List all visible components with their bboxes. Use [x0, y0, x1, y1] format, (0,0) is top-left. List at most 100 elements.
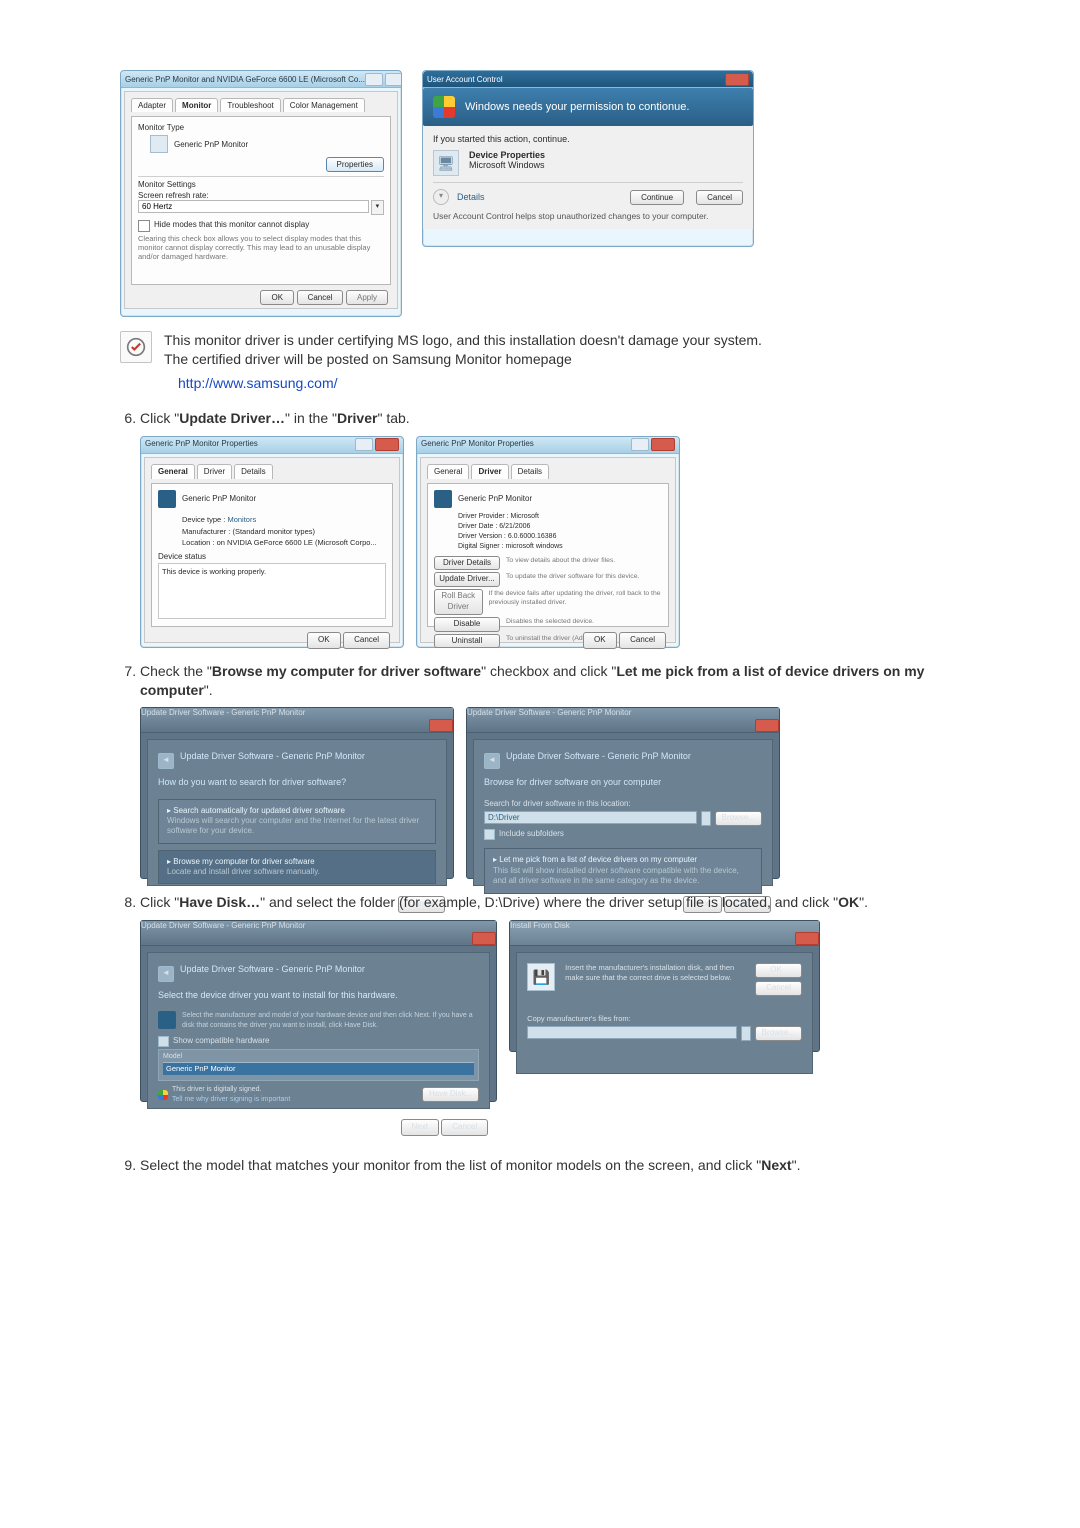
uac-footer: User Account Control helps stop unauthor… [433, 205, 743, 221]
uac-dialog: User Account Control Windows needs your … [422, 70, 754, 247]
signing-link[interactable]: Tell me why driver signing is important [172, 1095, 418, 1104]
close-icon[interactable] [795, 932, 819, 945]
close-icon[interactable] [725, 73, 749, 86]
uninstall-button[interactable]: Uninstall [434, 634, 500, 649]
note-text: This monitor driver is under certifying … [164, 331, 960, 369]
ok-button[interactable]: OK [755, 963, 802, 978]
close-icon[interactable] [472, 932, 496, 945]
copy-from-input[interactable] [527, 1026, 737, 1039]
have-disk-button[interactable]: Have Disk... [422, 1087, 479, 1102]
wizard-breadcrumb: Update Driver Software - Generic PnP Mon… [506, 750, 691, 762]
device-status-box: This device is working properly. [158, 563, 386, 619]
cancel-button[interactable]: Cancel [343, 632, 390, 649]
uac-header: Windows needs your permission to contion… [423, 88, 753, 126]
step-9-text: Select the model that matches your monit… [140, 1156, 960, 1175]
close-icon[interactable] [375, 438, 399, 451]
cancel-button[interactable]: Cancel [619, 632, 666, 649]
continue-button[interactable]: Continue [630, 190, 684, 205]
dialog-title: Generic PnP Monitor and NVIDIA GeForce 6… [125, 75, 365, 84]
maximize-icon[interactable] [385, 73, 401, 86]
cancel-button[interactable]: Cancel [696, 190, 743, 205]
hide-modes-label: Hide modes that this monitor cannot disp… [154, 220, 309, 232]
chevron-down-icon[interactable]: ▾ [741, 1026, 751, 1041]
help-icon[interactable] [631, 438, 649, 451]
update-driver-wizard-browse: Update Driver Software - Generic PnP Mon… [466, 707, 780, 879]
driver-details-button[interactable]: Driver Details [434, 556, 500, 571]
update-driver-button[interactable]: Update Driver... [434, 572, 500, 587]
shield-icon [433, 96, 455, 118]
tab-adapter[interactable]: Adapter [131, 98, 173, 112]
copy-from-label: Copy manufacturer's files from: [527, 1014, 802, 1024]
minimize-icon[interactable] [365, 73, 383, 86]
dialog-title: Install From Disk [510, 921, 570, 930]
select-driver-wizard: Update Driver Software - Generic PnP Mon… [140, 920, 497, 1102]
hide-modes-checkbox[interactable] [138, 220, 150, 232]
chevron-down-icon[interactable]: ▾ [371, 200, 384, 215]
dialog-buttons: OK Cancel Apply [131, 285, 391, 307]
step-8: Click "Have Disk…" and select the folder… [140, 893, 960, 1102]
include-subfolders-checkbox[interactable] [484, 829, 495, 840]
ok-button[interactable]: OK [260, 290, 294, 305]
shield-icon [158, 1090, 168, 1100]
uac-headline: Windows needs your permission to contion… [465, 101, 689, 113]
compatible-checkbox[interactable] [158, 1036, 169, 1047]
tab-general[interactable]: General [151, 464, 195, 480]
signed-label: This driver is digitally signed. [172, 1085, 418, 1094]
option-browse-computer[interactable]: ▸ Browse my computer for driver software… [158, 850, 436, 885]
refresh-rate-select[interactable] [138, 200, 369, 213]
tab-driver[interactable]: Driver [197, 464, 232, 480]
samsung-link[interactable]: http://www.samsung.com/ [178, 375, 338, 391]
rollback-driver-button[interactable]: Roll Back Driver [434, 589, 483, 615]
tab-driver[interactable]: Driver [471, 464, 508, 480]
dialog-title: Generic PnP Monitor Properties [145, 439, 258, 450]
tab-monitor[interactable]: Monitor [175, 98, 218, 112]
disable-button[interactable]: Disable [434, 617, 500, 632]
tab-color-management[interactable]: Color Management [283, 98, 365, 112]
cancel-button[interactable]: Cancel [441, 1119, 488, 1136]
ok-button[interactable]: OK [307, 632, 341, 649]
install-disk-message: Insert the manufacturer's installation d… [565, 963, 745, 996]
back-icon[interactable]: ◄ [158, 966, 174, 982]
tab-general[interactable]: General [427, 464, 469, 480]
dialog-body: Adapter Monitor Troubleshoot Color Manag… [124, 91, 398, 309]
browse-button[interactable]: Browse... [715, 811, 762, 826]
cancel-button[interactable]: Cancel [297, 290, 344, 305]
monitor-icon [434, 490, 452, 508]
back-icon[interactable]: ◄ [158, 753, 174, 769]
chevron-down-icon[interactable]: ▾ [433, 189, 449, 205]
next-button[interactable]: Next [401, 1119, 439, 1136]
chevron-down-icon[interactable]: ▾ [701, 811, 711, 826]
wizard-title: Update Driver Software - Generic PnP Mon… [141, 708, 305, 717]
tab-details[interactable]: Details [234, 464, 272, 480]
wizard-breadcrumb: Update Driver Software - Generic PnP Mon… [180, 750, 365, 762]
wizard-heading: Browse for driver software on your compu… [484, 776, 762, 788]
wizard-title: Update Driver Software - Generic PnP Mon… [141, 921, 305, 930]
back-icon[interactable]: ◄ [484, 753, 500, 769]
close-icon[interactable] [651, 438, 675, 451]
window-controls [365, 73, 401, 86]
apply-button[interactable]: Apply [346, 290, 388, 305]
tab-troubleshoot[interactable]: Troubleshoot [220, 98, 280, 112]
option-auto-search[interactable]: ▸ Search automatically for updated drive… [158, 799, 436, 844]
wizard-breadcrumb: Update Driver Software - Generic PnP Mon… [180, 963, 365, 975]
monitor-icon [158, 1011, 176, 1029]
properties-general-dialog: Generic PnP Monitor Properties General D… [140, 436, 404, 648]
properties-driver-dialog: Generic PnP Monitor Properties General D… [416, 436, 680, 648]
tab-details[interactable]: Details [511, 464, 549, 480]
note-row: This monitor driver is under certifying … [120, 331, 960, 369]
browse-button[interactable]: Browse... [755, 1026, 802, 1041]
model-row[interactable]: Generic PnP Monitor [163, 1063, 474, 1075]
monitor-settings-label: Monitor Settings [138, 180, 384, 189]
hide-modes-description: Clearing this check box allows you to se… [138, 234, 384, 261]
model-header: Model [163, 1052, 474, 1062]
help-icon[interactable] [355, 438, 373, 451]
properties-button[interactable]: Properties [326, 157, 384, 172]
close-icon[interactable] [755, 719, 779, 732]
uac-details-link[interactable]: Details [457, 192, 485, 202]
step-6: Click "Update Driver…" in the "Driver" t… [140, 409, 960, 648]
cancel-button[interactable]: Cancel [755, 981, 802, 996]
option-let-me-pick[interactable]: ▸ Let me pick from a list of device driv… [484, 848, 762, 893]
close-icon[interactable] [429, 719, 453, 732]
ok-button[interactable]: OK [583, 632, 617, 649]
location-input[interactable] [484, 811, 697, 824]
